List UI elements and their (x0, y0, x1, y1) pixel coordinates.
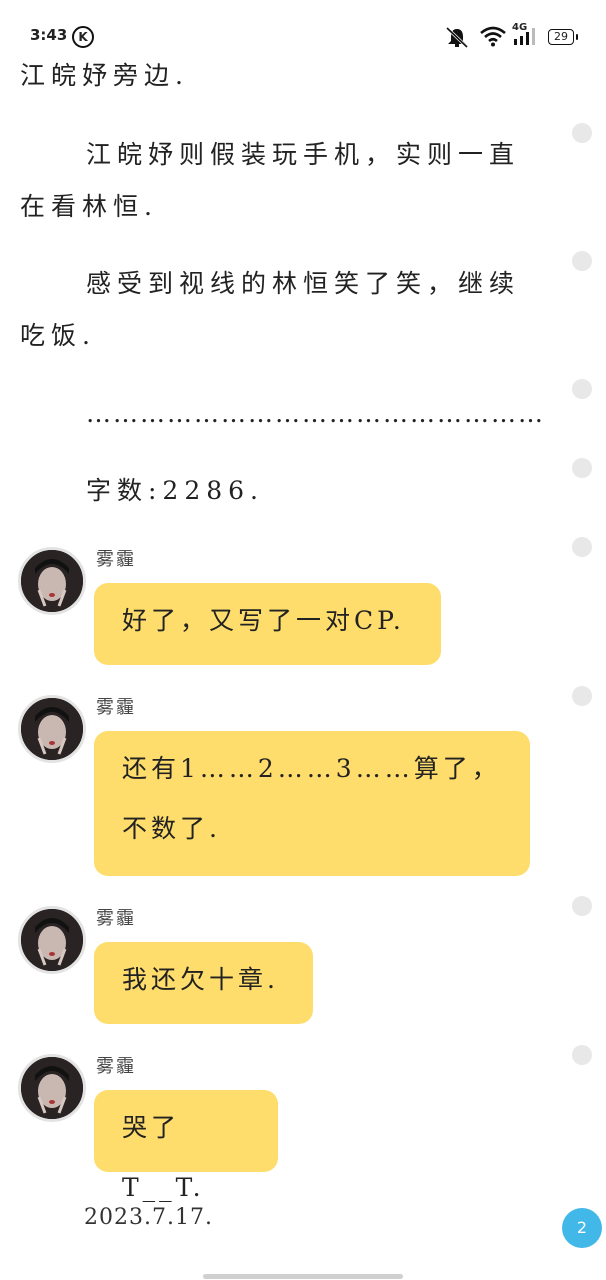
signal-icon (512, 24, 538, 50)
paragraph-comment-dot[interactable] (572, 458, 592, 478)
paragraph-comment-dot[interactable] (572, 537, 592, 557)
avatar[interactable] (18, 695, 86, 763)
post-date: 2023.7.17. (84, 1205, 213, 1230)
wifi-icon (480, 25, 506, 51)
word-count: 字数:2286. (86, 476, 264, 505)
paragraph-comment-dot[interactable] (572, 1045, 592, 1065)
story-ellipsis-line: …………………………………………… (86, 399, 545, 428)
battery-icon: 29 (548, 29, 578, 45)
message-bubble[interactable]: 好了，又写了一对CP. (94, 583, 441, 665)
avatar[interactable] (18, 547, 86, 615)
home-indicator[interactable] (203, 1274, 403, 1279)
status-time: 3:43 (30, 26, 68, 44)
paragraph-comment-dot[interactable] (572, 379, 592, 399)
message-author: 雾霾 (96, 908, 136, 929)
message-bubble[interactable]: 哭了T__T. (94, 1090, 278, 1202)
message-author: 雾霾 (96, 549, 136, 570)
avatar[interactable] (18, 906, 86, 974)
paragraph-comment-dot[interactable] (572, 896, 592, 916)
avatar[interactable] (18, 1054, 86, 1122)
page-number-badge[interactable]: 2 (562, 1208, 602, 1248)
message-author: 雾霾 (96, 697, 136, 718)
message-author: 雾霾 (96, 1056, 136, 1077)
mute-icon (444, 26, 470, 52)
k-icon: K (72, 26, 94, 48)
story-paragraph: 感受到视线的林恒笑了笑，继续吃饭. (20, 269, 521, 350)
story-paragraph: 江皖妤旁边. (20, 61, 189, 90)
paragraph-comment-dot[interactable] (572, 123, 592, 143)
story-paragraph: 江皖妤则假装玩手机，实则一直在看林恒. (20, 140, 521, 221)
paragraph-comment-dot[interactable] (572, 251, 592, 271)
message-bubble[interactable]: 还有1……2……3……算了，不数了. (94, 731, 530, 876)
paragraph-comment-dot[interactable] (572, 686, 592, 706)
message-bubble[interactable]: 我还欠十章. (94, 942, 313, 1024)
